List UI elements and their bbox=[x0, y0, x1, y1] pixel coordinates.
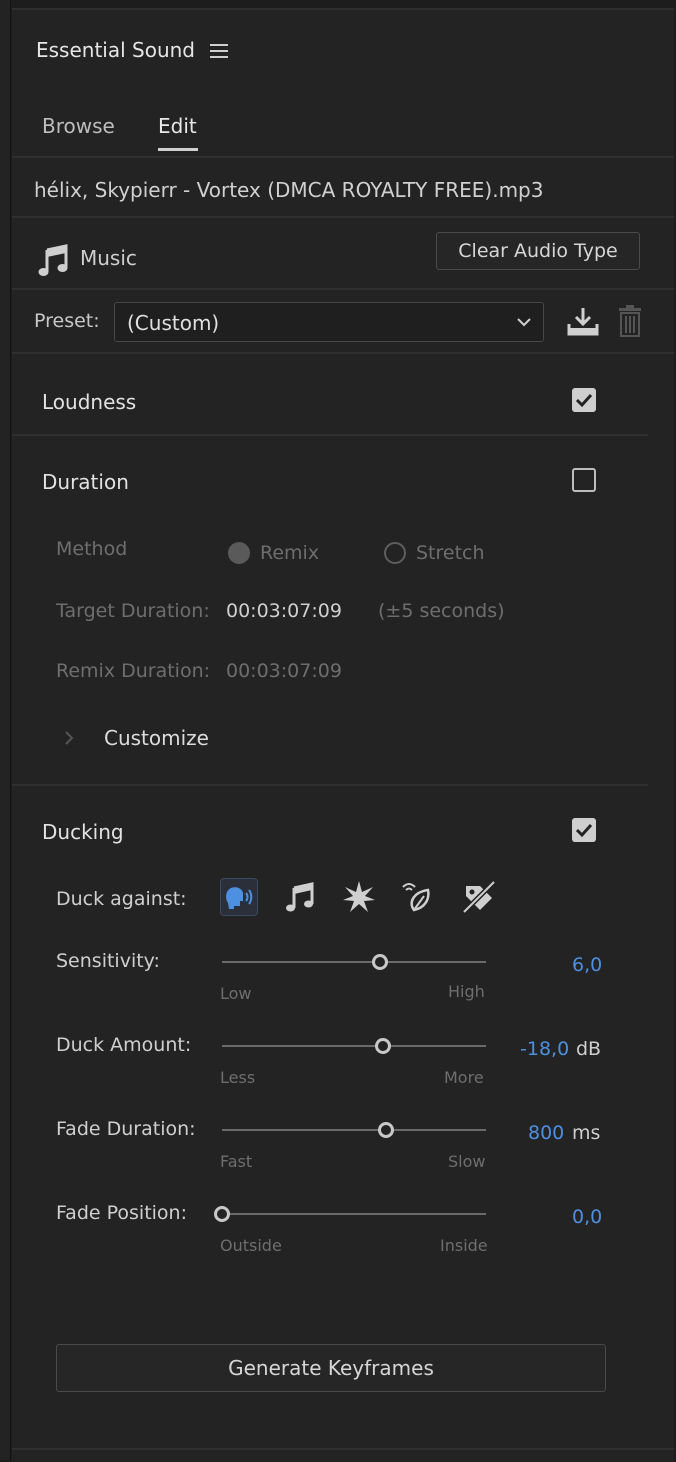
chevron-down-icon bbox=[515, 313, 533, 331]
sfx-icon[interactable] bbox=[340, 878, 378, 916]
sensitivity-min-label: Low bbox=[220, 984, 252, 1003]
clip-filename: hélix, Skypierr - Vortex (DMCA ROYALTY F… bbox=[34, 178, 544, 202]
fade-duration-min-label: Fast bbox=[220, 1152, 253, 1171]
target-duration-hint: (±5 seconds) bbox=[378, 600, 505, 622]
divider bbox=[12, 1448, 674, 1450]
target-duration-value[interactable]: 00:03:07:09 bbox=[226, 600, 342, 622]
remix-duration-label: Remix Duration: bbox=[56, 660, 211, 682]
loudness-checkbox[interactable] bbox=[572, 388, 596, 412]
fade-duration-max-label: Slow bbox=[448, 1152, 486, 1171]
fade-duration-value[interactable]: 800 bbox=[528, 1122, 564, 1144]
preset-label: Preset: bbox=[34, 310, 100, 332]
music-note-icon bbox=[38, 244, 70, 278]
tab-edit[interactable]: Edit bbox=[158, 114, 197, 138]
duck-amount-slider-knob[interactable] bbox=[375, 1038, 392, 1054]
save-preset-icon[interactable] bbox=[566, 304, 600, 338]
sensitivity-max-label: High bbox=[448, 982, 485, 1001]
stretch-radio[interactable] bbox=[384, 542, 406, 564]
trash-icon[interactable] bbox=[616, 304, 644, 338]
fade-duration-slider-track[interactable] bbox=[222, 1129, 486, 1131]
duck-against-label: Duck against: bbox=[56, 888, 187, 910]
duck-amount-min-label: Less bbox=[220, 1068, 256, 1087]
fade-position-slider-track[interactable] bbox=[222, 1213, 486, 1215]
music-icon[interactable] bbox=[282, 878, 320, 916]
tab-browse[interactable]: Browse bbox=[42, 114, 115, 138]
duck-amount-max-label: More bbox=[444, 1068, 484, 1087]
fade-position-min-label: Outside bbox=[220, 1236, 282, 1255]
loudness-title: Loudness bbox=[42, 390, 137, 414]
remix-radio[interactable] bbox=[228, 542, 250, 564]
duck-amount-slider-track[interactable] bbox=[222, 1045, 486, 1047]
sensitivity-slider-knob[interactable] bbox=[372, 954, 389, 970]
ducking-title: Ducking bbox=[42, 820, 124, 844]
fade-position-label: Fade Position: bbox=[56, 1202, 187, 1224]
duck-amount-value[interactable]: -18,0 bbox=[520, 1038, 569, 1060]
fade-position-value[interactable]: 0,0 bbox=[572, 1206, 602, 1228]
dialogue-icon[interactable] bbox=[220, 878, 258, 916]
fade-duration-label: Fade Duration: bbox=[56, 1118, 196, 1140]
duration-checkbox[interactable] bbox=[572, 468, 596, 492]
method-label: Method bbox=[56, 538, 128, 560]
divider bbox=[12, 434, 648, 436]
ducking-checkbox[interactable] bbox=[572, 818, 596, 842]
customize-toggle[interactable]: Customize bbox=[104, 726, 209, 750]
essential-sound-window: Essential Sound Browse Edit hélix, Skypi… bbox=[0, 0, 676, 1462]
fade-duration-slider-knob[interactable] bbox=[377, 1122, 394, 1138]
fade-position-max-label: Inside bbox=[440, 1236, 488, 1255]
fade-duration-unit: ms bbox=[572, 1122, 601, 1144]
duration-title: Duration bbox=[42, 470, 129, 494]
essential-sound-panel: Essential Sound Browse Edit hélix, Skypi… bbox=[12, 8, 674, 1462]
divider bbox=[12, 156, 674, 158]
generate-keyframes-button[interactable]: Generate Keyframes bbox=[56, 1344, 606, 1392]
stretch-radio-label: Stretch bbox=[416, 542, 485, 564]
divider bbox=[12, 352, 674, 354]
panel-menu-icon[interactable] bbox=[210, 44, 228, 60]
clear-audio-type-button[interactable]: Clear Audio Type bbox=[436, 232, 640, 270]
sensitivity-label: Sensitivity: bbox=[56, 950, 160, 972]
ambience-icon[interactable] bbox=[400, 878, 438, 916]
panel-title: Essential Sound bbox=[36, 38, 196, 62]
remix-duration-value: 00:03:07:09 bbox=[226, 660, 342, 682]
duck-amount-unit: dB bbox=[576, 1038, 602, 1060]
preset-dropdown[interactable]: (Custom) bbox=[114, 302, 544, 342]
active-tab-indicator bbox=[158, 148, 198, 151]
target-duration-label: Target Duration: bbox=[56, 600, 210, 622]
audio-type-label: Music bbox=[80, 246, 137, 270]
divider bbox=[12, 216, 674, 218]
sensitivity-value[interactable]: 6,0 bbox=[572, 954, 602, 976]
preset-value: (Custom) bbox=[127, 311, 220, 335]
duck-amount-label: Duck Amount: bbox=[56, 1034, 192, 1056]
divider bbox=[12, 784, 648, 786]
left-panel-edge bbox=[0, 0, 11, 1460]
sensitivity-slider-track[interactable] bbox=[222, 961, 486, 963]
untagged-icon[interactable] bbox=[460, 878, 498, 916]
chevron-right-icon[interactable] bbox=[62, 728, 76, 748]
remix-radio-label: Remix bbox=[260, 542, 320, 564]
fade-position-slider-knob[interactable] bbox=[214, 1206, 230, 1222]
divider bbox=[12, 288, 674, 290]
